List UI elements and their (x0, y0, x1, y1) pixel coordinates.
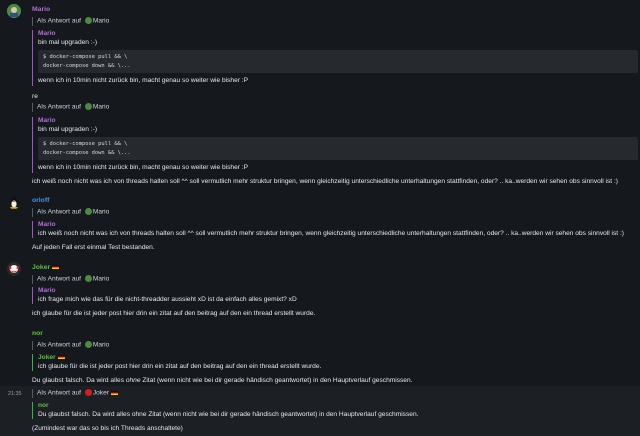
avatar-chip-icon (84, 275, 92, 282)
quote-text: bin mal upgraden :-) (38, 38, 98, 46)
reply-prefix: Als Antwort auf (37, 389, 81, 397)
german-flag-icon (52, 265, 60, 270)
quoted-message[interactable]: Mario ich frage mich wie das für die nic… (32, 287, 638, 305)
quote-author-label: Joker (38, 354, 56, 361)
avatar-chip-icon (84, 208, 92, 215)
reply-header[interactable]: Als Antwort auf Joker (32, 389, 118, 398)
reply-header[interactable]: Als Antwort auf Mario (32, 103, 109, 112)
quoted-message[interactable]: Mario bin mal upgraden :-) $ docker-comp… (32, 30, 638, 86)
avatar-orloff[interactable] (7, 195, 21, 209)
message-text-part: Du glaubst falsch. Da wird alles (32, 377, 126, 384)
sender-label: Joker (32, 264, 51, 271)
message-text: Auf jeden Fall erst einmal Test bestande… (32, 244, 155, 251)
avatar-chip-icon (84, 103, 92, 110)
code-line: $ docker-compose pull && \ (43, 54, 128, 61)
quote-text: Du glaubst falsch. Da wird alles ohne Zi… (38, 410, 419, 418)
message-text: ich glaube für die ist jeder post hier d… (32, 310, 316, 317)
quote-author: Mario (38, 287, 56, 294)
quote-text: ich frage mich wie das für die nicht-thr… (38, 295, 297, 303)
reply-prefix: Als Antwort auf (37, 208, 81, 216)
quote-text: ich glaube für die ist jeder post hier d… (38, 362, 322, 370)
sender-name[interactable]: Mario (32, 6, 50, 15)
avatar-mario[interactable] (7, 4, 21, 18)
code-block: $ docker-compose pull && \ docker-compos… (38, 50, 638, 74)
quote-author: Joker (38, 354, 638, 363)
quote-author: nor (38, 402, 49, 409)
message-timestamp: 21:35 (8, 391, 22, 397)
reply-header[interactable]: Als Antwort auf Mario (32, 208, 109, 217)
quote-author: Mario (38, 30, 56, 37)
message-text: (Zumindest war das so bis ich Threads an… (32, 425, 183, 432)
reply-prefix: Als Antwort auf (37, 17, 81, 25)
quote-text: wenn ich in 10min nicht zurück bin, mach… (38, 77, 249, 85)
reply-target-pill[interactable]: Mario (93, 341, 110, 348)
quote-text: ich weiß noch nicht was ich von threads … (38, 229, 625, 237)
quoted-message[interactable]: Mario bin mal upgraden :-) $ docker-comp… (32, 117, 638, 173)
quote-author: Mario (38, 221, 56, 228)
code-line: $ docker-compose pull && \ (43, 141, 128, 148)
reply-target-pill[interactable]: Mario (93, 208, 110, 215)
sender-name[interactable]: orloff (32, 197, 49, 206)
quoted-message[interactable]: Mario ich weiß noch nicht was ich von th… (32, 221, 638, 239)
reply-prefix: Als Antwort auf (37, 103, 81, 111)
reply-header[interactable]: Als Antwort auf Mario (32, 17, 109, 26)
sender-name[interactable]: nor (32, 330, 43, 339)
reply-header[interactable]: Als Antwort auf Mario (32, 341, 109, 350)
code-line: docker-compose down && \... (43, 149, 131, 156)
avatar-chip-icon (84, 341, 92, 348)
german-flag-icon (57, 355, 65, 360)
quoted-message[interactable]: Joker ich glaube für die ist jeder post … (32, 354, 638, 372)
avatar-chip-icon (84, 17, 92, 24)
reply-target-pill[interactable]: Mario (93, 275, 110, 282)
reply-target-pill[interactable]: Mario (93, 17, 110, 24)
message-text: ich weiß noch nicht was ich von threads … (32, 178, 619, 185)
reply-target-pill[interactable]: Mario (93, 103, 110, 110)
avatar-joker[interactable] (7, 262, 21, 276)
quote-text: bin mal upgraden :-) (38, 125, 98, 133)
reply-header[interactable]: Als Antwort auf Mario (32, 275, 109, 284)
message-text: Du glaubst falsch. Da wird alles ohne Zi… (32, 377, 636, 386)
quoted-message[interactable]: nor Du glaubst falsch. Da wird alles ohn… (32, 402, 638, 420)
reply-target-pill[interactable]: Joker (93, 389, 109, 396)
code-block: $ docker-compose pull && \ docker-compos… (38, 137, 638, 161)
quote-text: wenn ich in 10min nicht zurück bin, mach… (38, 164, 249, 172)
message-text-emphasis: ohne (125, 377, 141, 384)
message-text-part: Zitat (wenn nicht wie bei dir gerade hän… (140, 377, 413, 384)
sender-name[interactable]: Joker (32, 264, 60, 273)
reply-prefix: Als Antwort auf (37, 275, 81, 283)
avatar-chip-icon (84, 389, 92, 396)
message-text: re (32, 93, 38, 100)
quote-author: Mario (38, 117, 56, 124)
german-flag-icon (110, 390, 118, 395)
code-line: docker-compose down && \... (43, 62, 131, 69)
reply-prefix: Als Antwort auf (37, 341, 81, 349)
